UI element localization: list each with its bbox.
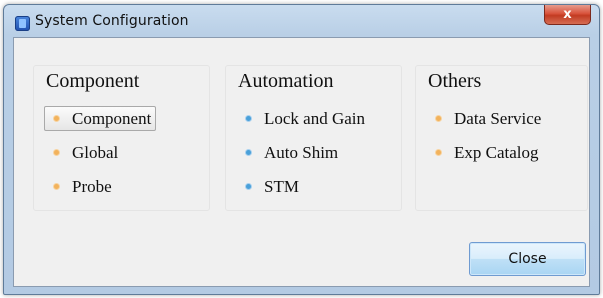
menu-item-label: Lock and Gain: [264, 108, 366, 128]
menu-item-label: Probe: [72, 176, 112, 196]
group-component: Component Component Global Probe: [33, 65, 210, 211]
menu-item-stm[interactable]: STM: [237, 174, 299, 199]
bullet-icon: [54, 184, 59, 189]
bullet-icon: [54, 116, 59, 121]
title-bar[interactable]: System Configuration x: [4, 5, 599, 37]
bullet-icon: [54, 150, 59, 155]
menu-item-label: Auto Shim: [264, 142, 339, 162]
group-title-component: Component: [46, 70, 140, 92]
group-others: Others Data Service Exp Catalog: [415, 65, 588, 211]
window-close-button[interactable]: x: [544, 5, 591, 25]
menu-item-data-service[interactable]: Data Service: [427, 106, 541, 131]
menu-item-global[interactable]: Global: [45, 140, 118, 165]
menu-item-label: STM: [264, 176, 299, 196]
group-title-others: Others: [428, 70, 482, 92]
bullet-icon: [246, 184, 251, 189]
menu-item-lock-and-gain[interactable]: Lock and Gain: [237, 106, 365, 131]
group-title-automation: Automation: [238, 70, 334, 92]
app-icon: [15, 16, 30, 31]
menu-item-label: Exp Catalog: [454, 142, 539, 162]
window-title: System Configuration: [35, 13, 189, 29]
menu-item-label: Global: [72, 142, 119, 162]
group-automation: Automation Lock and Gain Auto Shim STM: [225, 65, 402, 211]
bullet-icon: [246, 150, 251, 155]
bullet-icon: [436, 150, 441, 155]
menu-item-label: Data Service: [454, 108, 542, 128]
close-icon: x: [563, 7, 572, 22]
bullet-icon: [246, 116, 251, 121]
system-configuration-window: System Configuration x Component Compone…: [3, 4, 600, 295]
menu-item-probe[interactable]: Probe: [45, 174, 112, 199]
menu-item-auto-shim[interactable]: Auto Shim: [237, 140, 338, 165]
close-button[interactable]: Close: [469, 242, 586, 276]
dialog-client-area: Component Component Global Probe Automat…: [13, 37, 590, 287]
menu-item-label: Component: [72, 108, 152, 128]
menu-item-component[interactable]: Component: [44, 106, 157, 131]
bullet-icon: [436, 116, 441, 121]
menu-item-exp-catalog[interactable]: Exp Catalog: [427, 140, 539, 165]
